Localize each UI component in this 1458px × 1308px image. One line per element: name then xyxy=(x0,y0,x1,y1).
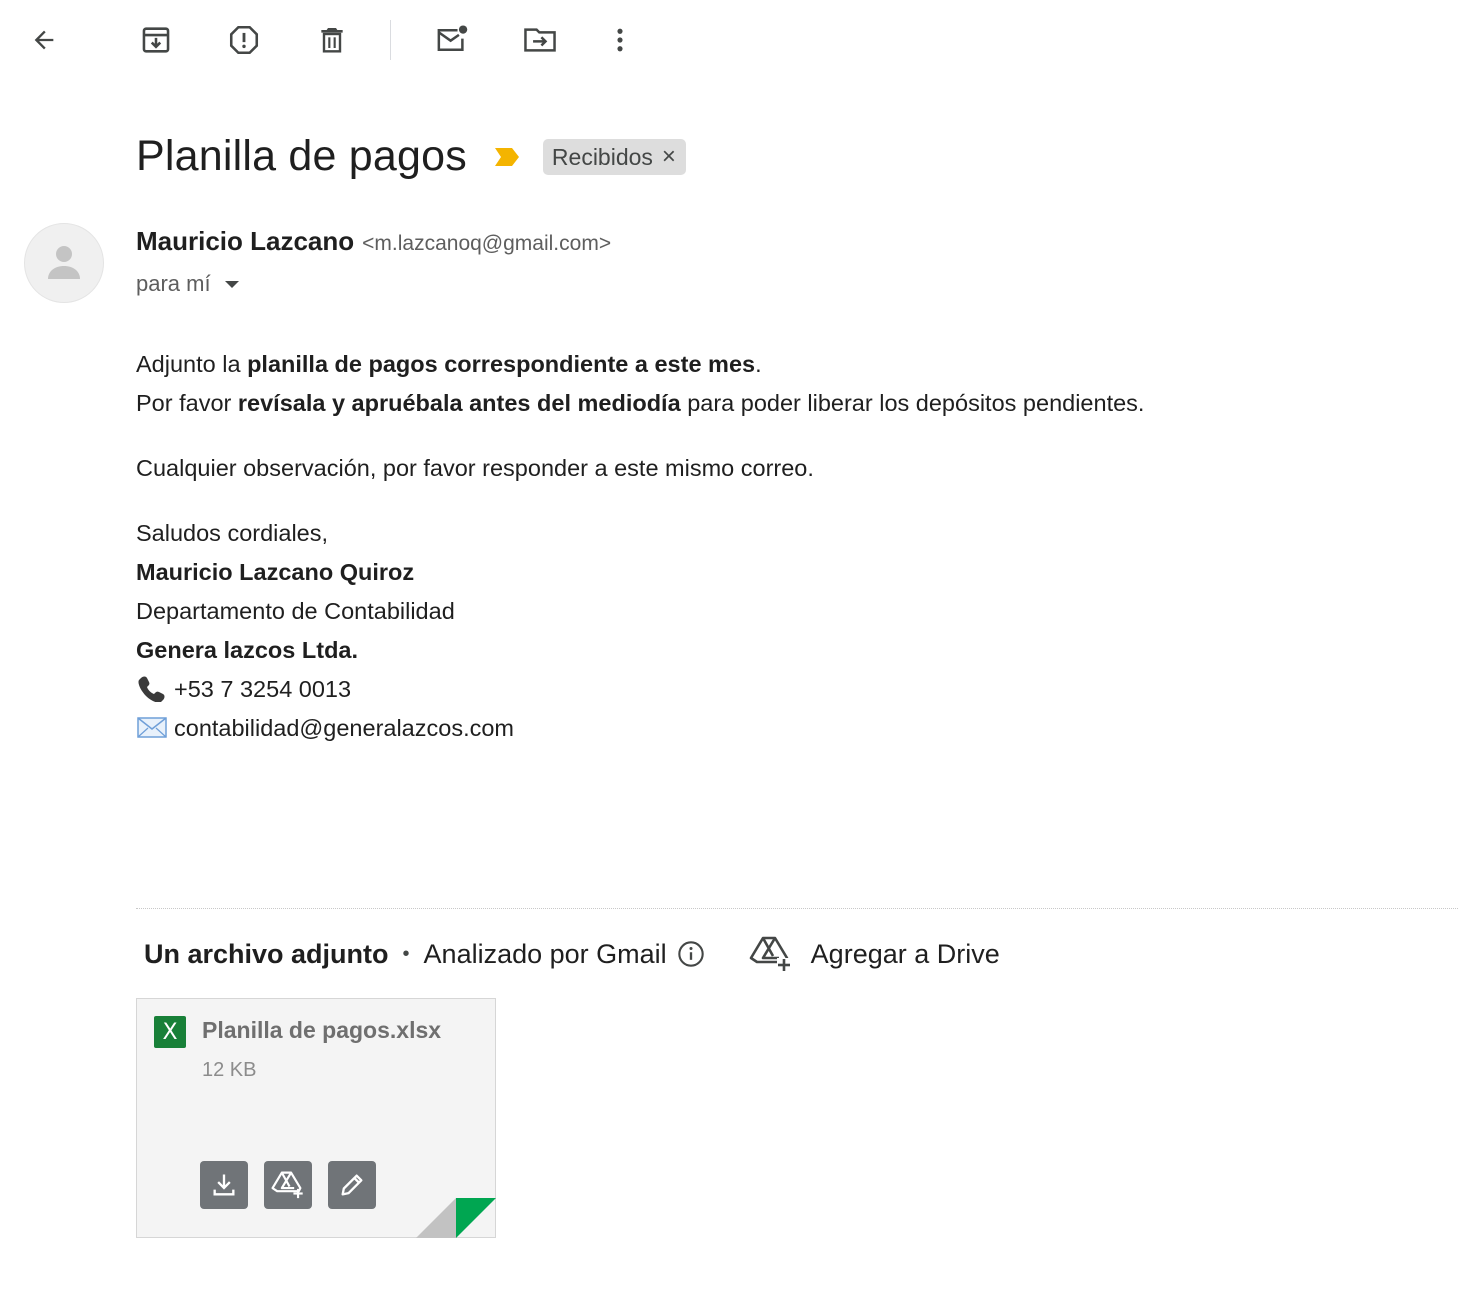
telephone-icon xyxy=(138,676,165,702)
email-body: Adjunto la planilla de pagos correspondi… xyxy=(136,345,1436,748)
more-vertical-icon xyxy=(617,28,623,52)
person-icon xyxy=(48,246,80,279)
report-spam-button[interactable] xyxy=(220,16,268,64)
attachments-count: Un archivo adjunto xyxy=(144,938,389,969)
add-to-drive-label: Agregar a Drive xyxy=(810,938,1000,969)
mark-unread-button[interactable] xyxy=(428,16,476,64)
toolbar-divider xyxy=(390,20,391,60)
report-spam-icon xyxy=(229,25,259,55)
more-options-button[interactable] xyxy=(596,16,644,64)
body-paragraph-3: Cualquier observación, por favor respond… xyxy=(136,455,814,481)
attachments-separator: • xyxy=(402,942,410,965)
attachments-divider xyxy=(136,908,1458,909)
label-chip-text: Recibidos xyxy=(551,143,653,170)
add-all-to-drive-button[interactable]: Agregar a Drive xyxy=(749,934,1000,974)
add-to-drive-icon xyxy=(749,936,791,972)
trash-icon xyxy=(321,28,343,53)
delete-button[interactable] xyxy=(308,16,356,64)
importance-marker-icon[interactable] xyxy=(493,145,521,169)
add-to-drive-icon xyxy=(271,1171,303,1199)
sender-email: <m.lazcanoq@gmail.com> xyxy=(362,232,612,255)
signature-greeting: Saludos cordiales, xyxy=(136,520,329,546)
excel-file-icon: X xyxy=(154,1016,186,1048)
sender-name[interactable]: Mauricio Lazcano xyxy=(136,226,354,257)
sender-line: Mauricio Lazcano <m.lazcanoq@gmail.com> xyxy=(136,226,611,262)
email-subject: Planilla de pagos xyxy=(136,131,467,180)
avatar xyxy=(24,223,104,303)
signature-phone: +53 7 3254 0013 xyxy=(136,670,1436,709)
scanned-label: Analizado por Gmail xyxy=(423,938,667,969)
recipients-text: para mí xyxy=(136,271,211,296)
body-paragraph-1: Adjunto la planilla de pagos correspondi… xyxy=(136,351,762,377)
toolbar xyxy=(0,0,1458,80)
signature-email: contabilidad@generalazcos.com xyxy=(136,709,1436,748)
archive-button[interactable] xyxy=(132,16,180,64)
file-corner-fold xyxy=(416,1198,496,1238)
attachment-filename: Planilla de pagos.xlsx xyxy=(202,1017,442,1043)
info-icon[interactable] xyxy=(677,940,705,968)
attachment-size: 12 KB xyxy=(202,1059,257,1081)
pencil-icon xyxy=(341,1174,363,1196)
back-button[interactable] xyxy=(20,16,68,64)
signature-company: Genera lazcos Ltda. xyxy=(136,637,359,663)
download-icon xyxy=(213,1174,235,1196)
body-paragraph-2: Por favor revísala y apruébala antes del… xyxy=(136,390,1145,416)
arrow-left-icon xyxy=(34,30,54,50)
download-attachment-button[interactable] xyxy=(200,1161,248,1209)
archive-icon xyxy=(142,27,170,53)
remove-label-button[interactable]: × xyxy=(662,145,676,169)
edit-attachment-button[interactable] xyxy=(328,1161,376,1209)
subject-row: Planilla de pagos Recibidos × xyxy=(136,126,686,186)
show-details-caret-icon[interactable] xyxy=(224,280,239,288)
signature-name: Mauricio Lazcano Quiroz xyxy=(136,559,415,585)
mark-unread-icon xyxy=(437,25,468,51)
recipients-line: para mí xyxy=(136,268,239,300)
attachment-card[interactable]: X Planilla de pagos.xlsx 12 KB xyxy=(136,998,496,1238)
move-to-button[interactable] xyxy=(516,16,564,64)
move-to-folder-icon xyxy=(524,28,556,52)
signature-department: Departamento de Contabilidad xyxy=(136,598,455,624)
save-to-drive-button[interactable] xyxy=(264,1161,312,1209)
envelope-icon xyxy=(137,717,167,738)
attachments-header: Un archivo adjunto • Analizado por Gmail… xyxy=(144,932,1000,976)
label-chip-inbox: Recibidos × xyxy=(542,139,686,175)
